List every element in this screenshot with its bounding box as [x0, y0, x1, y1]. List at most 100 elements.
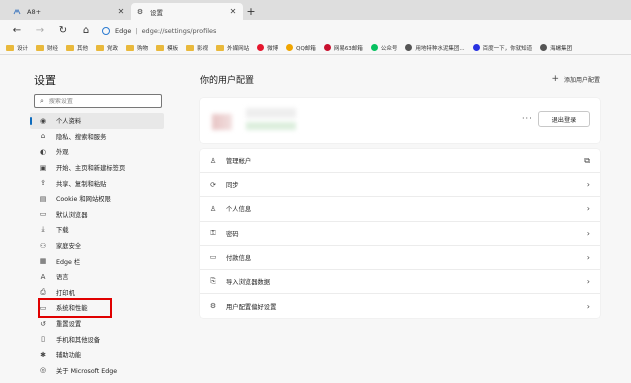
appearance-icon: ◐	[39, 147, 47, 156]
share-icon: ⇪	[40, 179, 46, 188]
bookmark-label: 模板	[167, 45, 179, 52]
bookmark-label: 购物	[137, 45, 149, 52]
sidebar-item-label: 家庭安全	[56, 243, 82, 251]
bookmark-item[interactable]: 网易63邮箱	[323, 44, 363, 52]
add-profile-label: 添加用户配置	[563, 76, 600, 84]
bookmark-item[interactable]: 用地特种水泥集团...	[405, 44, 465, 52]
tab-a8[interactable]: A8+ ✕	[8, 3, 131, 20]
bookmark-item[interactable]: 百度一下，你就知道	[472, 44, 533, 52]
close-icon[interactable]: ✕	[228, 7, 238, 16]
site-favicon-icon	[286, 44, 294, 51]
sidebar-item[interactable]: ⚇ 家庭安全	[26, 238, 176, 254]
sidebar-item[interactable]: ↺ 重置设置	[26, 316, 176, 332]
site-favicon-icon	[405, 44, 413, 51]
close-icon[interactable]: ✕	[116, 7, 126, 16]
site-favicon-icon	[323, 44, 331, 51]
address-url[interactable]: edge://settings/profiles	[142, 27, 217, 35]
profile-option-row[interactable]: ⚙ 用户配置偏好设置 ›	[200, 294, 600, 318]
bookmark-item[interactable]: 党政	[96, 44, 118, 52]
bookmark-item[interactable]: 购物	[126, 44, 148, 52]
bookmark-label: 影视	[197, 45, 209, 52]
folder-icon	[6, 44, 14, 51]
sync-icon: ⟳	[210, 180, 216, 189]
bookmark-item[interactable]: 其他	[66, 44, 88, 52]
bookmark-item[interactable]: QQ邮箱	[286, 44, 316, 52]
personal-info-icon: ♙	[209, 204, 217, 213]
import-icon: ⎘	[210, 277, 216, 286]
highlight-box	[38, 298, 112, 318]
sidebar-item[interactable]: ✱ 辅助功能	[26, 347, 176, 363]
printer-icon: ⎙	[40, 287, 46, 296]
profile-option-label: 个人信息	[226, 206, 252, 214]
sidebar-item[interactable]: ◎ 关于 Microsoft Edge	[26, 363, 176, 379]
profile-option-row[interactable]: ♙ 管理帐户 ⧉	[200, 149, 600, 174]
sidebar-item[interactable]: ▦ Edge 栏	[26, 253, 176, 269]
profile-option-row[interactable]: ⚿ 密码 ›	[200, 222, 600, 246]
bookmark-item[interactable]: 模板	[156, 44, 178, 52]
chevron-right-icon: ›	[586, 228, 590, 238]
bookmark-label: 百度一下，你就知道	[482, 45, 533, 52]
bookmark-item[interactable]: 外媒网站	[216, 44, 249, 52]
sidebar-item-label: 外观	[56, 149, 69, 157]
home-button[interactable]: ⌂	[79, 24, 93, 38]
sidebar-item-label: 隐私、搜索和服务	[56, 133, 107, 141]
more-options-icon[interactable]: ···	[522, 114, 533, 123]
profile-option-label: 同步	[226, 182, 239, 190]
main-content: 你的用户配置 + 添加用户配置 ··· 退出登录 ♙ 管理帐户 ⧉ ⟳ 同步 › ♙ 个人信息…	[200, 64, 600, 319]
profile-option-row[interactable]: ⟳ 同步 ›	[200, 173, 600, 198]
bookmark-label: 公众号	[380, 45, 398, 52]
bookmark-item[interactable]: 设计	[6, 44, 28, 52]
bookmark-item[interactable]: 财经	[36, 44, 58, 52]
sidebar-item[interactable]: ▣ 开始、主页和新建标签页	[26, 160, 176, 176]
logout-button[interactable]: 退出登录	[538, 111, 590, 127]
bookmark-item[interactable]: 微博	[257, 44, 278, 52]
bookmark-item[interactable]: 影视	[186, 44, 208, 52]
reset-icon: ↺	[40, 319, 46, 328]
profile-option-label: 用户配置偏好设置	[226, 303, 277, 311]
bookmark-label: 财经	[47, 45, 59, 52]
tab-strip: A8+ ✕ ⚙ 设置 ✕ +	[0, 0, 631, 20]
back-button[interactable]: ←	[10, 24, 24, 38]
sidebar-item[interactable]: ▭ 默认浏览器	[26, 207, 176, 223]
forward-button[interactable]: →	[33, 24, 47, 38]
sidebar-item-label: 关于 Microsoft Edge	[56, 367, 118, 375]
folder-icon	[186, 44, 195, 51]
key-icon: ⚿	[210, 228, 216, 237]
browser-icon: ▭	[39, 210, 47, 219]
sidebar-item[interactable]: ▤ Cookie 和网站权限	[26, 191, 176, 207]
sidebar-item[interactable]: ⇪ 共享、复制和粘贴	[26, 175, 176, 191]
sidebar-item-label: 下载	[56, 227, 69, 235]
sidebar-item[interactable]: ◉ 个人资料	[30, 113, 164, 129]
add-profile-button[interactable]: + 添加用户配置	[551, 74, 600, 84]
language-icon: A	[40, 272, 46, 281]
sidebar-item[interactable]: ⤓ 下载	[26, 222, 176, 238]
sidebar-item[interactable]: ▯ 手机和其他设备	[26, 331, 176, 347]
bookmark-item[interactable]: 公众号	[370, 44, 398, 52]
phone-icon: ▯	[41, 335, 45, 344]
avatar	[212, 114, 232, 130]
profile-option-row[interactable]: ▭ 付款信息 ›	[200, 246, 600, 270]
sidebar-item[interactable]: ◐ 外观	[26, 144, 176, 160]
profile-option-row[interactable]: ⎘ 导入浏览器数据 ›	[200, 270, 600, 295]
bookmark-item[interactable]: 海螺集团	[540, 44, 572, 52]
sidebar-item[interactable]: ⌂ 隐私、搜索和服务	[26, 129, 176, 145]
app-favicon-icon	[13, 8, 21, 16]
address-separator: |	[135, 26, 138, 35]
profile-options-list: ♙ 管理帐户 ⧉ ⟳ 同步 › ♙ 个人信息 › ⚿ 密码 › ▭ 付款信息 › ⎘ 导入浏览器数据 › ⚙ 用户配置…	[200, 149, 600, 319]
new-tab-button[interactable]: +	[243, 3, 259, 20]
sidebar-item-label: 重置设置	[56, 321, 82, 329]
tab-settings[interactable]: ⚙ 设置 ✕	[131, 3, 243, 20]
tab-title: 设置	[150, 8, 163, 17]
sidebar-title: 设置	[34, 74, 56, 87]
sidebar-item-label: 手机和其他设备	[56, 336, 101, 344]
address-bar[interactable]: Edge | edge://settings/profiles	[102, 23, 216, 39]
search-input[interactable]	[48, 97, 149, 105]
refresh-button[interactable]: ↻	[56, 24, 70, 38]
sidebar-item-label: 默认浏览器	[56, 211, 88, 219]
search-box[interactable]: ⌕	[34, 94, 162, 108]
sidebar-item[interactable]: A 语言	[26, 269, 176, 285]
sidebar-item-label: Edge 栏	[56, 258, 81, 266]
sidebar-item-label: 语言	[56, 274, 69, 282]
sidebar-item-label: Cookie 和网站权限	[56, 196, 111, 204]
profile-option-row[interactable]: ♙ 个人信息 ›	[200, 197, 600, 222]
